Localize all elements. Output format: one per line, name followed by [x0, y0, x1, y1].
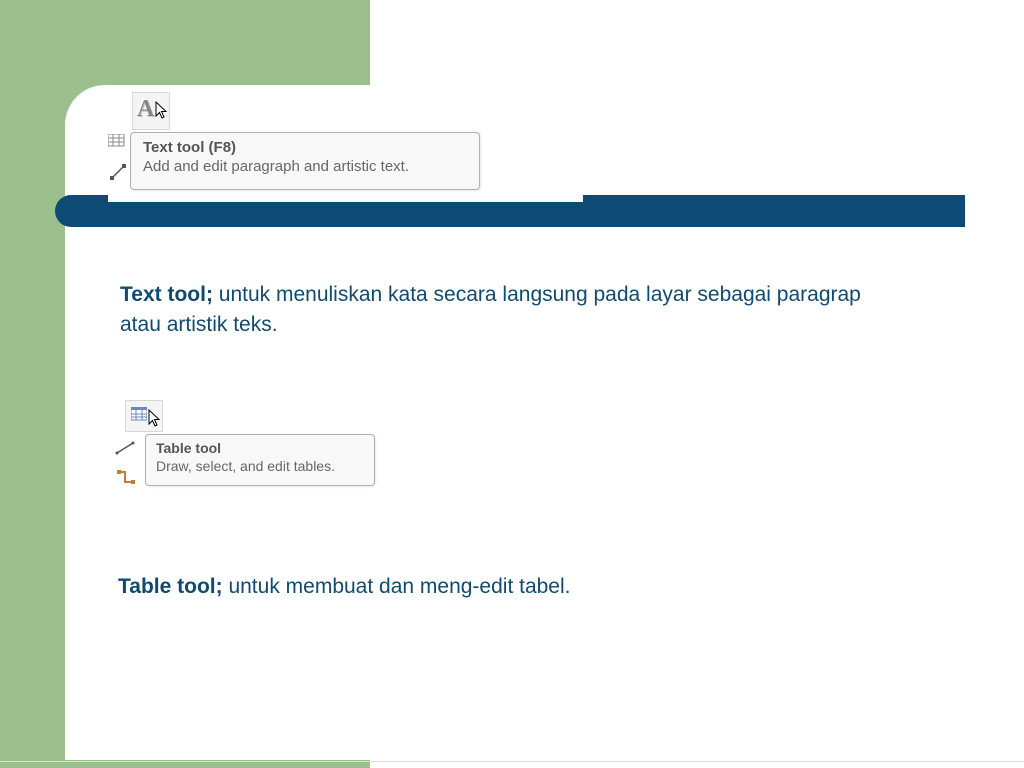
text-tool-description: Text tool; untuk menuliskan kata secara …	[120, 280, 900, 341]
table-tool-screenshot: Table tool Draw, select, and edit tables…	[115, 400, 395, 508]
tooltip-title: Text tool (F8)	[143, 139, 467, 156]
line-tool-icon	[110, 164, 126, 180]
cursor-icon	[148, 409, 164, 429]
desc-bold-label: Table tool;	[118, 575, 223, 598]
desc-text: untuk membuat dan meng-edit tabel.	[223, 575, 571, 598]
grid-icon	[108, 134, 126, 148]
table-tool-tooltip: Table tool Draw, select, and edit tables…	[145, 434, 375, 486]
table-tool-description: Table tool; untuk membuat dan meng-edit …	[118, 572, 898, 602]
cursor-icon	[155, 101, 171, 121]
tooltip-description: Draw, select, and edit tables.	[156, 458, 364, 474]
connector-tool-icon	[117, 470, 137, 486]
table-icon	[131, 407, 147, 421]
desc-text: untuk menuliskan kata secara langsung pa…	[120, 283, 861, 336]
desc-bold-label: Text tool;	[120, 283, 213, 306]
text-tool-tooltip: Text tool (F8) Add and edit paragraph an…	[130, 132, 480, 190]
letter-a-icon: A	[137, 96, 154, 123]
text-tool-button: A	[132, 92, 170, 130]
table-tool-button	[125, 400, 163, 432]
text-tool-screenshot: A Text tool (F8) Add and edit paragraph …	[108, 92, 583, 202]
dimension-tool-icon	[115, 440, 137, 456]
bottom-divider	[0, 761, 1024, 762]
tooltip-description: Add and edit paragraph and artistic text…	[143, 158, 467, 175]
tooltip-title: Table tool	[156, 440, 364, 456]
